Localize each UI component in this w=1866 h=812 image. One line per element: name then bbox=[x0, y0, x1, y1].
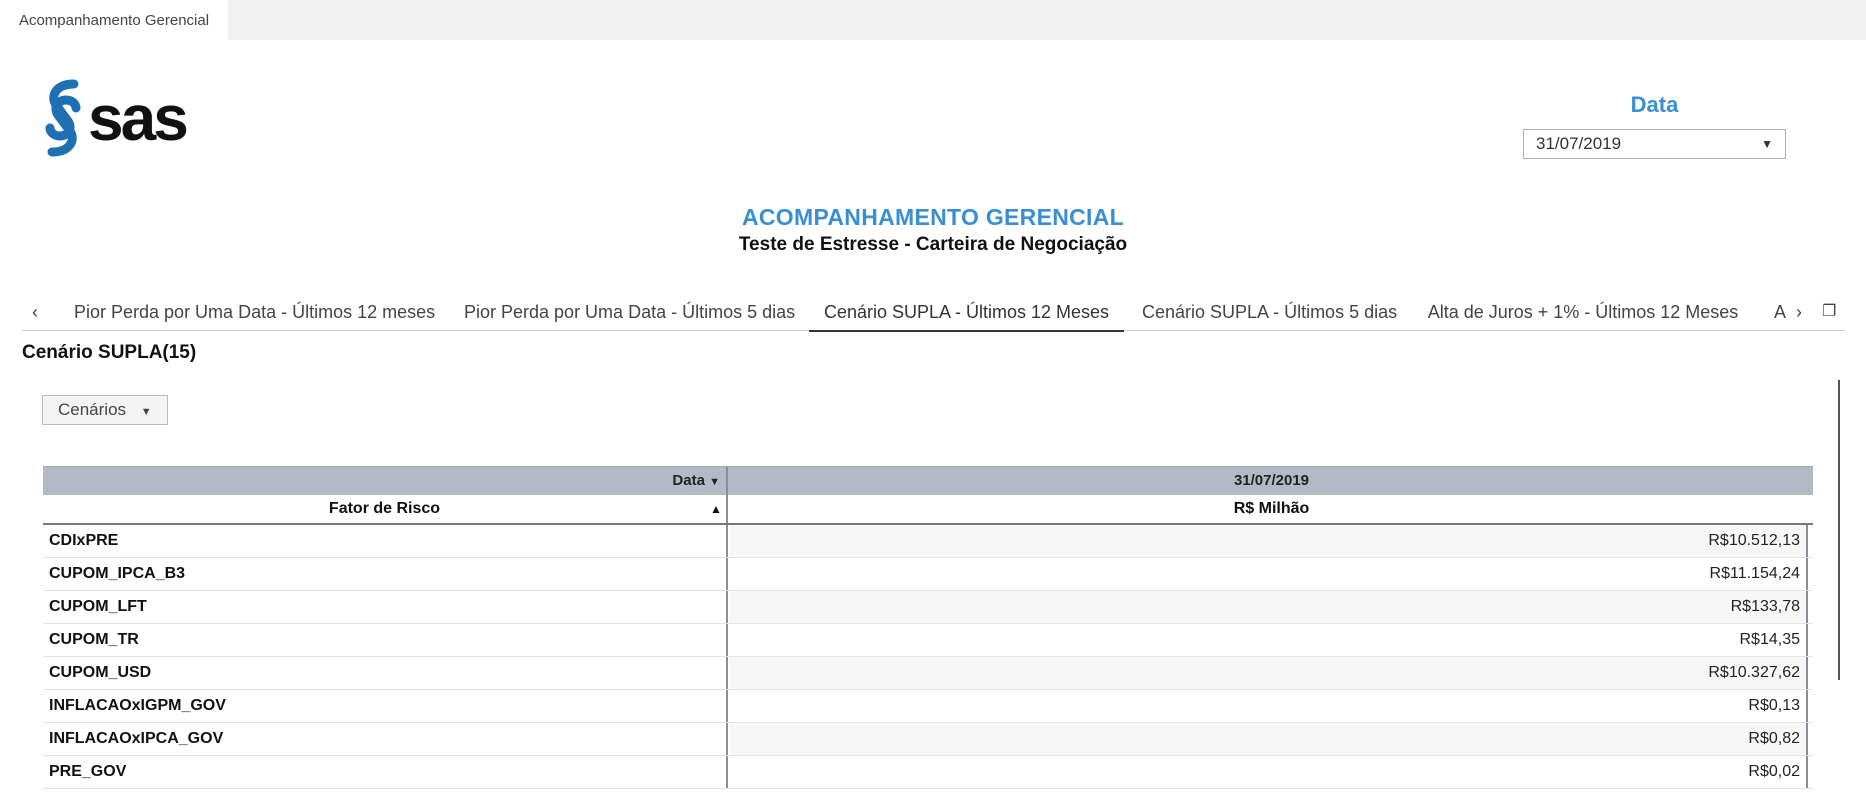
row-factor: CUPOM_TR bbox=[43, 624, 728, 656]
tab-pior-perda-12-meses[interactable]: Pior Perda por Uma Data - Últimos 12 mes… bbox=[74, 296, 435, 330]
table-row[interactable]: CDIxPRE R$10.512,13 bbox=[43, 525, 1813, 558]
sas-logo: sas bbox=[38, 78, 228, 158]
crosstab-table: Data ▼ 31/07/2019 Fator de Risco ▲ R$ Mi… bbox=[43, 466, 1813, 789]
table-row[interactable]: INFLACAOxIGPM_GOV R$0,13 bbox=[43, 690, 1813, 723]
row-value: R$0,02 bbox=[730, 756, 1808, 788]
date-dropdown-value: 31/07/2019 bbox=[1536, 134, 1622, 153]
report-tab[interactable]: Acompanhamento Gerencial bbox=[0, 0, 228, 40]
table-header-row-1: Data ▼ 31/07/2019 bbox=[43, 466, 1813, 495]
page-subtitle: Teste de Estresse - Carteira de Negociaç… bbox=[738, 234, 1128, 255]
row-value: R$133,78 bbox=[730, 591, 1808, 623]
page-tabs: ‹ Pior Perda por Uma Data - Últimos 12 m… bbox=[22, 296, 1845, 332]
cenarios-dropdown-button[interactable]: Cenários ▼ bbox=[42, 395, 168, 425]
row-value: R$10.327,62 bbox=[730, 657, 1808, 689]
tab-pior-perda-5-dias[interactable]: Pior Perda por Uma Data - Últimos 5 dias bbox=[464, 296, 795, 330]
row-factor: PRE_GOV bbox=[43, 756, 728, 788]
caret-down-icon: ▼ bbox=[140, 406, 152, 418]
section-title: Cenário SUPLA(15) bbox=[22, 342, 197, 363]
maximize-icon[interactable]: ❐ bbox=[1822, 296, 1836, 330]
table-row[interactable]: INFLACAOxIPCA_GOV R$0,82 bbox=[43, 723, 1813, 756]
cenarios-label: Cenários bbox=[58, 400, 127, 419]
date-prompt-label: Data bbox=[1630, 92, 1679, 117]
row-value: R$0,82 bbox=[730, 723, 1808, 755]
fator-de-risco-header[interactable]: Fator de Risco bbox=[43, 495, 728, 523]
report-tab-bar: Acompanhamento Gerencial bbox=[0, 0, 1866, 40]
table-row[interactable]: CUPOM_LFT R$133,78 bbox=[43, 591, 1813, 624]
sort-up-icon[interactable]: ▲ bbox=[710, 495, 722, 523]
logo-wordmark: sas bbox=[88, 82, 186, 154]
table-row[interactable]: PRE_GOV R$0,02 bbox=[43, 756, 1813, 789]
date-dropdown[interactable]: 31/07/2019 ▼ bbox=[1523, 129, 1786, 159]
row-value: R$0,13 bbox=[730, 690, 1808, 722]
row-factor: CUPOM_USD bbox=[43, 657, 728, 689]
row-value: R$14,35 bbox=[730, 624, 1808, 656]
chevron-right-icon[interactable]: › bbox=[1796, 296, 1802, 330]
row-factor: CDIxPRE bbox=[43, 525, 728, 557]
page-title: ACOMPANHAMENTO GERENCIAL bbox=[741, 204, 1125, 230]
row-factor: INFLACAOxIPCA_GOV bbox=[43, 723, 728, 755]
row-factor: CUPOM_LFT bbox=[43, 591, 728, 623]
table-row[interactable]: CUPOM_TR R$14,35 bbox=[43, 624, 1813, 657]
data-column-header[interactable]: Data ▼ bbox=[43, 467, 728, 495]
row-value: R$11.154,24 bbox=[730, 558, 1808, 590]
vertical-scrollbar[interactable] bbox=[1838, 380, 1840, 680]
row-factor: CUPOM_IPCA_B3 bbox=[43, 558, 728, 590]
row-factor: INFLACAOxIGPM_GOV bbox=[43, 690, 728, 722]
chevron-down-icon: ▼ bbox=[1761, 137, 1773, 151]
rs-milhao-header: R$ Milhão bbox=[1233, 500, 1310, 517]
chevron-left-icon[interactable]: ‹ bbox=[32, 296, 38, 330]
tab-overflow-partial[interactable]: A bbox=[1774, 296, 1794, 330]
tab-cenario-supla-5-dias[interactable]: Cenário SUPLA - Últimos 5 dias bbox=[1142, 296, 1397, 330]
table-header-row-2: Fator de Risco ▲ R$ Milhão bbox=[43, 495, 1813, 525]
table-row[interactable]: CUPOM_USD R$10.327,62 bbox=[43, 657, 1813, 690]
data-header-label: Data bbox=[672, 472, 705, 489]
date-column-header: 31/07/2019 bbox=[1233, 472, 1310, 489]
row-value: R$10.512,13 bbox=[730, 525, 1808, 557]
tab-cenario-supla-12-meses[interactable]: Cenário SUPLA - Últimos 12 Meses bbox=[809, 296, 1124, 332]
tab-alta-de-juros-12-meses[interactable]: Alta de Juros + 1% - Últimos 12 Meses bbox=[1424, 296, 1742, 330]
sort-down-icon: ▼ bbox=[709, 476, 720, 488]
table-row[interactable]: CUPOM_IPCA_B3 R$11.154,24 bbox=[43, 558, 1813, 591]
